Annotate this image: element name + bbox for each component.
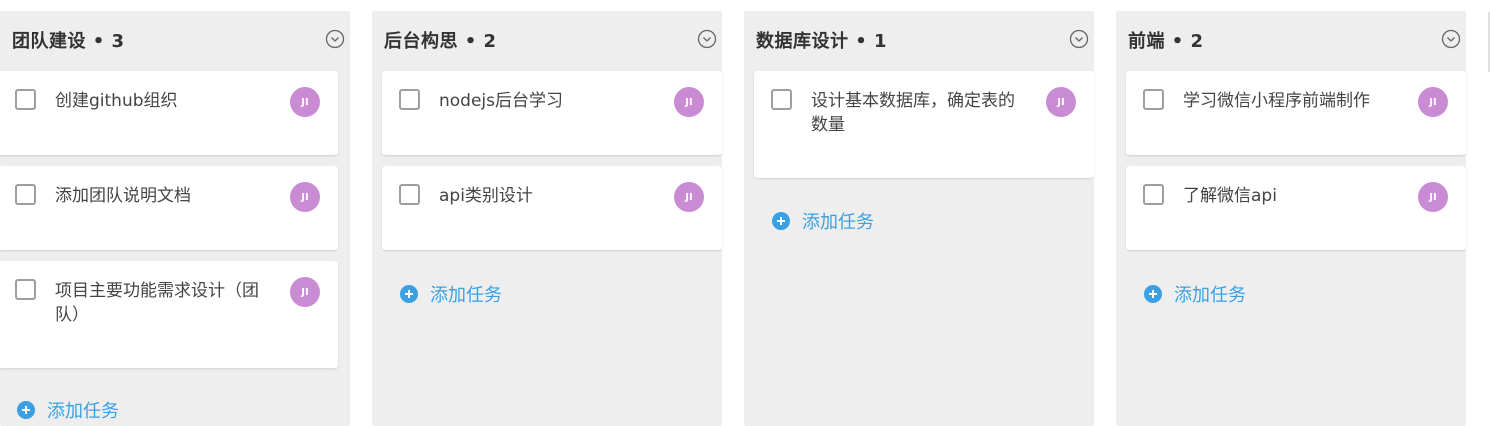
column-header: 前端 • 2 [1128, 11, 1454, 69]
task-card[interactable]: 学习微信小程序前端制作 JI [1126, 71, 1466, 155]
chevron-down-circle-icon[interactable] [325, 29, 345, 49]
avatar[interactable]: JI [290, 277, 320, 307]
task-title: api类别设计 [439, 186, 533, 206]
task-card[interactable]: 添加团队说明文档 JI [0, 166, 338, 250]
task-checkbox[interactable] [399, 184, 420, 205]
avatar[interactable]: JI [1046, 87, 1076, 117]
task-title: 创建github组织 [55, 91, 178, 111]
add-task-button[interactable]: 添加任务 [1144, 281, 1246, 307]
task-title: nodejs后台学习 [439, 91, 564, 111]
column-title: 数据库设计 • 1 [756, 31, 888, 52]
task-checkbox[interactable] [771, 89, 792, 110]
add-task-label: 添加任务 [430, 285, 502, 306]
column-header: 后台构思 • 2 [384, 11, 710, 69]
plus-circle-icon [17, 401, 35, 419]
column-team-building: 团队建设 • 3 创建github组织 JI 添加团队说明文档 JI 项目主要功… [0, 11, 350, 426]
avatar[interactable]: JI [290, 182, 320, 212]
add-task-button[interactable]: 添加任务 [17, 397, 119, 423]
column-title: 后台构思 • 2 [384, 31, 497, 52]
chevron-down-circle-icon[interactable] [1069, 29, 1089, 49]
task-title: 学习微信小程序前端制作 [1183, 91, 1370, 111]
plus-circle-icon [772, 212, 790, 230]
task-card[interactable]: 项目主要功能需求设计（团队） JI [0, 261, 338, 368]
add-task-label: 添加任务 [802, 212, 874, 233]
add-task-button[interactable]: 添加任务 [772, 208, 874, 234]
add-task-label: 添加任务 [47, 401, 119, 422]
task-card[interactable]: nodejs后台学习 JI [382, 71, 722, 155]
task-checkbox[interactable] [399, 89, 420, 110]
task-checkbox[interactable] [15, 279, 36, 300]
column-title: 前端 • 2 [1128, 31, 1204, 52]
task-checkbox[interactable] [15, 184, 36, 205]
avatar[interactable]: JI [674, 87, 704, 117]
column-header: 数据库设计 • 1 [756, 11, 1082, 69]
task-card[interactable]: api类别设计 JI [382, 166, 722, 250]
task-checkbox[interactable] [1143, 89, 1164, 110]
chevron-down-circle-icon[interactable] [1441, 29, 1461, 49]
column-title: 团队建设 • 3 [12, 31, 125, 52]
task-title: 设计基本数据库，确定表的数量 [811, 91, 1015, 135]
chevron-down-circle-icon[interactable] [697, 29, 717, 49]
plus-circle-icon [1144, 285, 1162, 303]
column-backend: 后台构思 • 2 nodejs后台学习 JI api类别设计 JI 添加任务 [372, 11, 722, 426]
column-frontend: 前端 • 2 学习微信小程序前端制作 JI 了解微信api JI 添加任务 [1116, 11, 1466, 426]
add-task-label: 添加任务 [1174, 285, 1246, 306]
avatar[interactable]: JI [290, 87, 320, 117]
column-header: 团队建设 • 3 [12, 11, 338, 69]
task-card[interactable]: 了解微信api JI [1126, 166, 1466, 250]
plus-circle-icon [400, 285, 418, 303]
avatar[interactable]: JI [674, 182, 704, 212]
task-checkbox[interactable] [15, 89, 36, 110]
task-card[interactable]: 设计基本数据库，确定表的数量 JI [754, 71, 1094, 178]
task-card[interactable]: 创建github组织 JI [0, 71, 338, 155]
avatar[interactable]: JI [1418, 182, 1448, 212]
task-title: 项目主要功能需求设计（团队） [55, 281, 259, 325]
avatar[interactable]: JI [1418, 87, 1448, 117]
column-database: 数据库设计 • 1 设计基本数据库，确定表的数量 JI 添加任务 [744, 11, 1094, 426]
task-title: 了解微信api [1183, 186, 1277, 206]
add-task-button[interactable]: 添加任务 [400, 281, 502, 307]
task-checkbox[interactable] [1143, 184, 1164, 205]
task-title: 添加团队说明文档 [55, 186, 191, 206]
